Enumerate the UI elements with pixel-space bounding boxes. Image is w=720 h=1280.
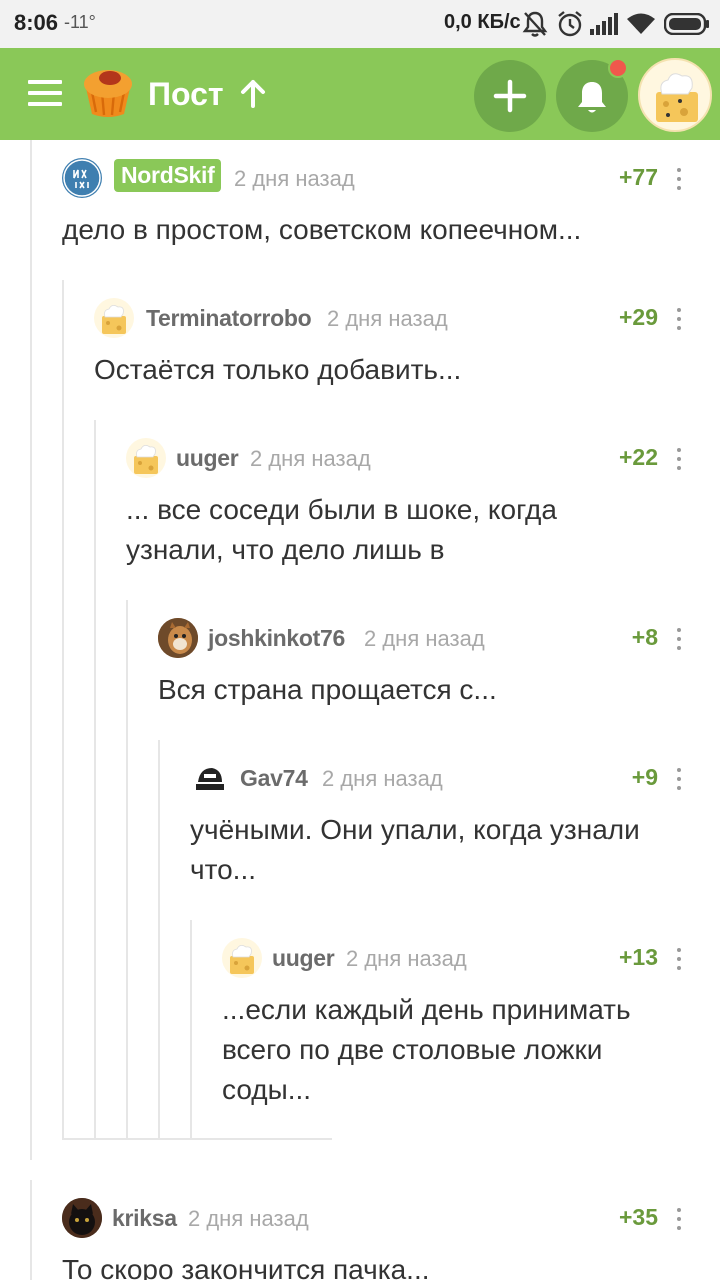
comment-text: учёными. Они упали, когда узнали что...: [190, 814, 640, 885]
more-options-icon[interactable]: [676, 948, 682, 970]
author-name[interactable]: joshkinkot76: [208, 625, 345, 652]
comment-time: 2 дня назад: [188, 1206, 309, 1231]
more-options-icon[interactable]: [676, 168, 682, 190]
comment-time: 2 дня назад: [327, 306, 448, 331]
wifi-icon: [627, 13, 655, 34]
clock: 8:06: [14, 10, 59, 35]
comment: joshkinkot76 2 дня назад +8 Вся страна п…: [158, 618, 692, 718]
status-bar: 8:06 -11° 0,0 КБ/с: [0, 0, 720, 48]
comment: NordSkif 2 дня назад +77 дело в простом,…: [62, 158, 692, 258]
comment: uuger 2 дня назад +13 ...если каждый ден…: [222, 938, 692, 1118]
black-cat-avatar-icon: [62, 1198, 102, 1238]
comment-text: Вся страна прощается с...: [158, 674, 497, 705]
pikabu-logo[interactable]: [80, 66, 136, 120]
menu-icon[interactable]: [28, 80, 62, 108]
user-avatar[interactable]: [638, 58, 712, 132]
plus-icon: [493, 79, 527, 113]
comment-text: То скоро закончится пачка...: [62, 1254, 430, 1280]
weld-avatar-icon: [196, 768, 224, 790]
comment-time: 2 дня назад: [250, 446, 371, 471]
more-options-icon[interactable]: [676, 1208, 682, 1230]
comment: Gav74 2 дня назад +9 учёными. Они упали,…: [190, 758, 692, 898]
avatar[interactable]: [222, 938, 262, 978]
author-name[interactable]: uuger: [272, 945, 335, 972]
comment-text: ... все соседи были в шоке, когда узнали…: [126, 494, 557, 565]
comment-rating: +13: [618, 944, 658, 970]
cat-avatar-icon: [158, 618, 198, 658]
thread-line: [190, 920, 192, 1140]
avatar[interactable]: [190, 758, 230, 798]
avatar[interactable]: [158, 618, 198, 658]
more-options-icon[interactable]: [676, 308, 682, 330]
avatar[interactable]: [62, 158, 102, 198]
thread-line: [30, 140, 32, 1160]
chef-cheese-avatar-icon: [134, 445, 158, 474]
author-name[interactable]: kriksa: [112, 1205, 177, 1232]
comment-rating: +22: [618, 444, 658, 470]
avatar[interactable]: [94, 298, 134, 338]
thread-line: [94, 420, 96, 1140]
add-post-button[interactable]: [474, 60, 546, 132]
comment-time: 2 дня назад: [364, 626, 485, 651]
comment-rating: +77: [618, 164, 658, 190]
alarm-clock-icon: [558, 11, 582, 37]
author-name[interactable]: uuger: [176, 445, 239, 472]
chef-cheese-avatar-icon: [656, 73, 698, 122]
network-speed: 0,0 КБ/с: [444, 11, 521, 33]
comment: kriksa 2 дня назад +35 То скоро закончит…: [62, 1198, 692, 1280]
chef-cheese-avatar-icon: [102, 305, 126, 334]
avatar[interactable]: [126, 438, 166, 478]
comment-text: ...если каждый день принимать всего по д…: [222, 994, 631, 1105]
nordskif-avatar-icon: [63, 159, 101, 197]
thread-line: [30, 1180, 32, 1280]
comment-rating: +35: [618, 1204, 658, 1230]
comment-text: Остаётся только добавить...: [94, 354, 462, 385]
author-name[interactable]: Gav74: [240, 765, 308, 792]
avatar[interactable]: [62, 1198, 102, 1238]
battery-icon: [664, 13, 709, 35]
thread-line: [158, 740, 160, 1140]
author-name[interactable]: Terminatorrobo: [146, 305, 312, 332]
comment-time: 2 дня назад: [346, 946, 467, 971]
comment-time: 2 дня назад: [234, 166, 355, 191]
temperature: -11°: [64, 12, 96, 32]
comment: Terminatorrobo 2 дня назад +29 Остаётся …: [94, 298, 692, 398]
notification-badge: [608, 58, 628, 78]
comment-text: дело в простом, советском копеечном...: [62, 214, 582, 245]
arrow-up-icon[interactable]: [238, 78, 268, 110]
comment-rating: +29: [618, 304, 658, 330]
author-name[interactable]: NordSkif: [114, 159, 222, 192]
comment-time: 2 дня назад: [322, 766, 443, 791]
signal-icon: [590, 13, 618, 35]
thread-line: [126, 600, 128, 1140]
page-title: Пост: [148, 76, 224, 112]
mute-alarm-icon: [522, 11, 548, 37]
thread-line: [62, 280, 64, 1140]
comment: uuger 2 дня назад +22 ... все соседи был…: [126, 438, 692, 578]
app-header: Пост: [0, 48, 720, 140]
more-options-icon[interactable]: [676, 768, 682, 790]
more-options-icon[interactable]: [676, 628, 682, 650]
chef-cheese-avatar-icon: [230, 945, 254, 974]
comment-rating: +8: [631, 624, 658, 650]
more-options-icon[interactable]: [676, 448, 682, 470]
comment-rating: +9: [631, 764, 658, 790]
thread-end-line: [62, 1138, 332, 1140]
